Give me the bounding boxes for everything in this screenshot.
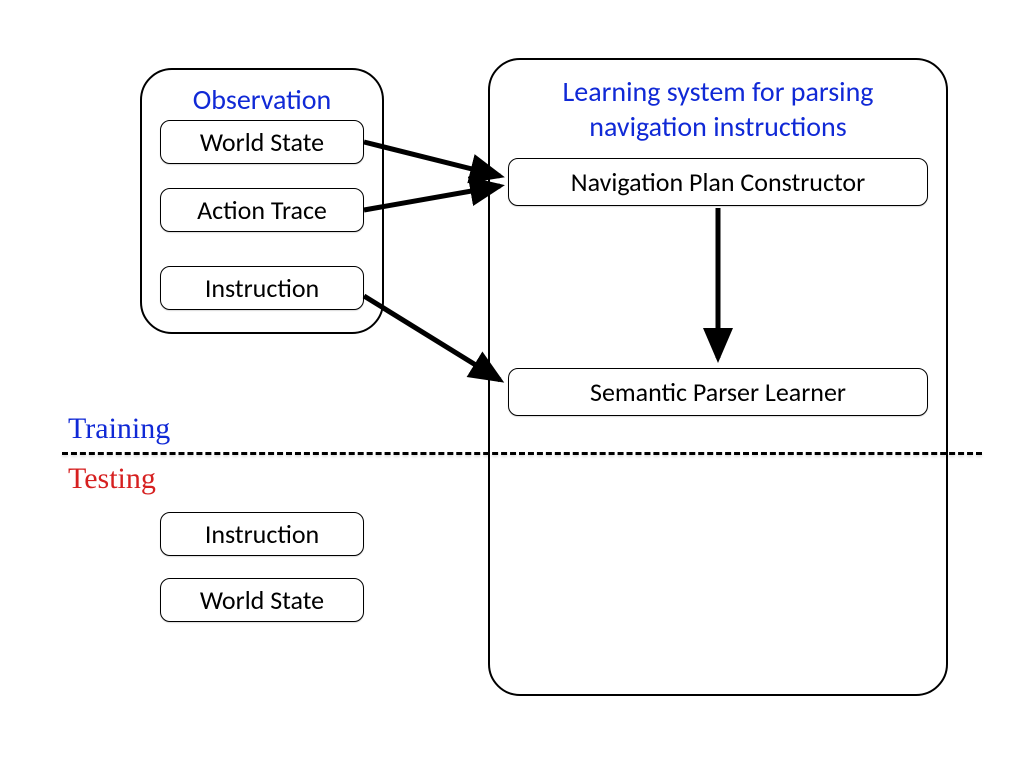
observation-title: Observation <box>142 82 382 117</box>
node-testing-instruction: Instruction <box>160 512 364 556</box>
node-instruction: Instruction <box>160 266 364 310</box>
phase-testing-label: Testing <box>68 462 156 496</box>
learning-system-title-line2: navigation instructions <box>589 109 846 144</box>
node-semantic-parser-learner: Semantic Parser Learner <box>508 368 928 416</box>
phase-training-label: Training <box>68 412 170 446</box>
learning-system-title: Learning system for parsing navigation i… <box>490 74 946 144</box>
node-testing-world-state: World State <box>160 578 364 622</box>
phase-divider <box>62 452 982 455</box>
node-nav-plan-constructor: Navigation Plan Constructor <box>508 158 928 206</box>
node-action-trace: Action Trace <box>160 188 364 232</box>
learning-system-title-line1: Learning system for parsing <box>563 74 874 109</box>
node-world-state: World State <box>160 120 364 164</box>
